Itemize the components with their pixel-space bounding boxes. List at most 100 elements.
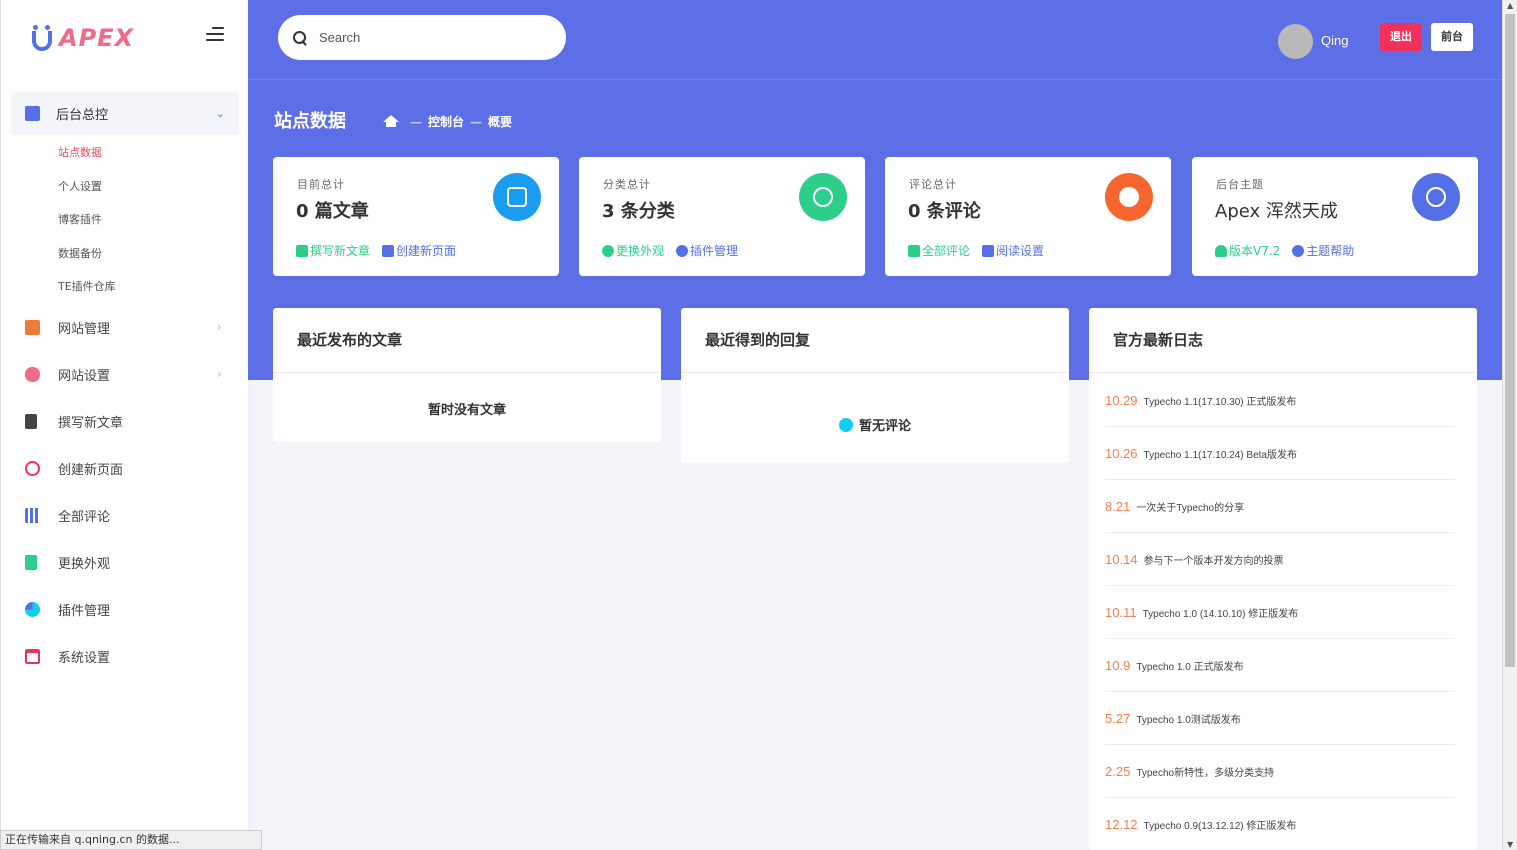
log-item[interactable]: 10.11 Typecho 1.0 (14.10.10) 修正版发布	[1105, 586, 1455, 639]
sidebar-item-label: 更换外观	[58, 556, 111, 572]
breadcrumb-console[interactable]: 控制台	[428, 113, 464, 130]
breadcrumb-overview: 概要	[488, 115, 513, 129]
submenu-item-profile[interactable]: 个人设置	[58, 178, 116, 212]
logout-button[interactable]: 退出	[1380, 23, 1422, 51]
breadcrumb-separator: —	[410, 114, 422, 129]
page-scrollbar[interactable]: ▲ ▼	[1502, 0, 1517, 850]
breadcrumb-separator: —	[470, 114, 483, 129]
card-caption: 分类总计	[603, 178, 651, 191]
calendar-icon	[25, 648, 40, 664]
sidebar-item-site-settings[interactable]: 网站设置 ›	[1, 356, 249, 392]
card-links: 版本V7.2 主题帮助	[1215, 242, 1366, 259]
write-post-link[interactable]: 撰写新文章	[296, 242, 370, 259]
scroll-up-icon[interactable]: ▲	[1507, 1, 1513, 10]
sidebar-item-system-settings[interactable]: 系统设置	[1, 638, 249, 674]
stat-card-theme: 后台主题 Apex 浑然天成 版本V7.2 主题帮助	[1192, 157, 1478, 276]
help-icon	[1292, 244, 1305, 257]
log-item[interactable]: 10.9 Typecho 1.0 正式版发布	[1105, 639, 1455, 692]
log-date: 10.26	[1105, 445, 1138, 461]
log-date: 10.14	[1105, 551, 1138, 567]
logo-text: APEX	[59, 24, 135, 52]
log-title[interactable]: Typecho 1.0测试版发布	[1136, 711, 1240, 726]
log-date: 2.25	[1105, 763, 1131, 779]
sidebar-item-appearance[interactable]: 更换外观	[1, 544, 249, 580]
search-input[interactable]	[319, 30, 539, 45]
home-icon[interactable]	[383, 115, 399, 128]
card-links: 更换外观 插件管理	[602, 242, 750, 259]
log-item[interactable]: 10.14 参与下一个版本开发方向的投票	[1105, 533, 1455, 586]
panel-title: 最近得到的回复	[681, 308, 1069, 373]
log-date: 12.12	[1105, 816, 1138, 832]
log-title[interactable]: Typecho 0.9(13.12.12) 修正版发布	[1144, 817, 1297, 832]
log-date: 10.11	[1105, 604, 1137, 620]
tools-icon	[25, 366, 40, 382]
log-list: 10.29 Typecho 1.1(17.10.30) 正式版发布 10.26 Ty…	[1105, 374, 1455, 850]
log-title[interactable]: Typecho新特性，多级分类支持	[1136, 764, 1274, 779]
avatar[interactable]	[1278, 24, 1313, 59]
log-date: 8.21	[1105, 498, 1131, 514]
appearance-link[interactable]: 更换外观	[602, 242, 664, 259]
card-value: 0 篇文章	[296, 201, 369, 222]
log-item[interactable]: 10.29 Typecho 1.1(17.10.30) 正式版发布	[1105, 374, 1455, 427]
dashboard-icon	[25, 106, 40, 121]
log-item[interactable]: 2.25 Typecho新特性，多级分类支持	[1105, 745, 1455, 798]
card-caption: 目前总计	[297, 178, 345, 191]
log-title[interactable]: Typecho 1.1(17.10.30) 正式版发布	[1144, 393, 1297, 408]
reading-settings-link[interactable]: 阅读设置	[982, 242, 1044, 259]
theme-help-link[interactable]: 主题帮助	[1292, 242, 1354, 259]
logo[interactable]: APEX	[31, 18, 134, 58]
sidebar-item-new-page[interactable]: 创建新页面	[1, 450, 249, 486]
frontend-button[interactable]: 前台	[1431, 23, 1473, 51]
log-item[interactable]: 8.21 一次关于Typecho的分享	[1105, 480, 1455, 533]
sidebar-group-label: 后台总控	[56, 108, 109, 123]
plugins-link[interactable]: 插件管理	[676, 242, 738, 259]
sidebar-item-label: 创建新页面	[58, 462, 124, 478]
log-title[interactable]: Typecho 1.0 (14.10.10) 修正版发布	[1143, 605, 1299, 620]
card-caption: 评论总计	[909, 178, 957, 191]
sidebar-item-label: 撰写新文章	[58, 415, 124, 431]
log-item[interactable]: 12.12 Typecho 0.9(13.12.12) 修正版发布	[1105, 798, 1455, 850]
sidebar-group-dashboard[interactable]: 后台总控 ⌄	[11, 92, 239, 135]
all-comments-link[interactable]: 全部评论	[908, 242, 970, 259]
submenu-item-te-store[interactable]: TE插件仓库	[58, 278, 116, 312]
scrollbar-thumb[interactable]	[1505, 14, 1515, 667]
document-icon	[25, 413, 37, 429]
sidebar-item-label: 系统设置	[58, 650, 111, 666]
log-title[interactable]: Typecho 1.1(17.10.24) Beta版发布	[1144, 446, 1297, 461]
card-links: 全部评论 阅读设置	[908, 242, 1056, 259]
sidebar-item-all-comments[interactable]: 全部评论	[1, 497, 249, 533]
log-title[interactable]: 一次关于Typecho的分享	[1136, 499, 1244, 514]
sidebar-item-plugin-management[interactable]: 插件管理	[1, 591, 249, 627]
sidebar-item-site-management[interactable]: 网站管理 ›	[1, 309, 249, 345]
stat-card-categories: 分类总计 3 条分类 更换外观 插件管理	[579, 157, 865, 276]
empty-posts-message: 暂时没有文章	[427, 403, 506, 418]
browser-status-bar: 正在传输来自 q.qning.cn 的数据...	[0, 830, 262, 850]
log-item[interactable]: 5.27 Typecho 1.0测试版发布	[1105, 692, 1455, 745]
panel-recent-replies: 最近得到的回复 暂无评论	[681, 308, 1069, 463]
log-title[interactable]: 参与下一个版本开发方向的投票	[1144, 552, 1284, 567]
scroll-down-icon[interactable]: ▼	[1507, 840, 1513, 849]
submenu-item-plugins[interactable]: 博客插件	[58, 211, 116, 245]
info-dot-icon	[838, 417, 853, 432]
version-link[interactable]: 版本V7.2	[1215, 242, 1280, 259]
menu-toggle-icon[interactable]	[206, 27, 226, 43]
card-value: 0 条评论	[908, 201, 981, 222]
card-links: 撰写新文章 创建新页面	[296, 242, 468, 259]
log-date: 5.27	[1105, 710, 1131, 726]
username[interactable]: Qing	[1321, 33, 1348, 48]
chevron-right-icon: ›	[217, 320, 222, 334]
search-box[interactable]	[278, 15, 566, 60]
log-item[interactable]: 10.26 Typecho 1.1(17.10.24) Beta版发布	[1105, 427, 1455, 480]
sidebar-item-write-post[interactable]: 撰写新文章	[1, 403, 249, 439]
log-title[interactable]: Typecho 1.0 正式版发布	[1136, 658, 1243, 673]
pie-chart-icon	[25, 601, 40, 617]
sidebar-item-label: 网站管理	[58, 321, 111, 337]
planet-icon	[799, 173, 847, 221]
submenu-item-backup[interactable]: 数据备份	[58, 245, 116, 279]
logo-mark-icon	[31, 23, 55, 53]
pencil-icon	[382, 244, 395, 257]
card-value: Apex 浑然天成	[1215, 201, 1338, 222]
new-page-link[interactable]: 创建新页面	[382, 242, 456, 259]
stat-card-posts: 目前总计 0 篇文章 撰写新文章 创建新页面	[273, 157, 559, 276]
submenu-item-site-data[interactable]: 站点数据	[58, 144, 116, 178]
